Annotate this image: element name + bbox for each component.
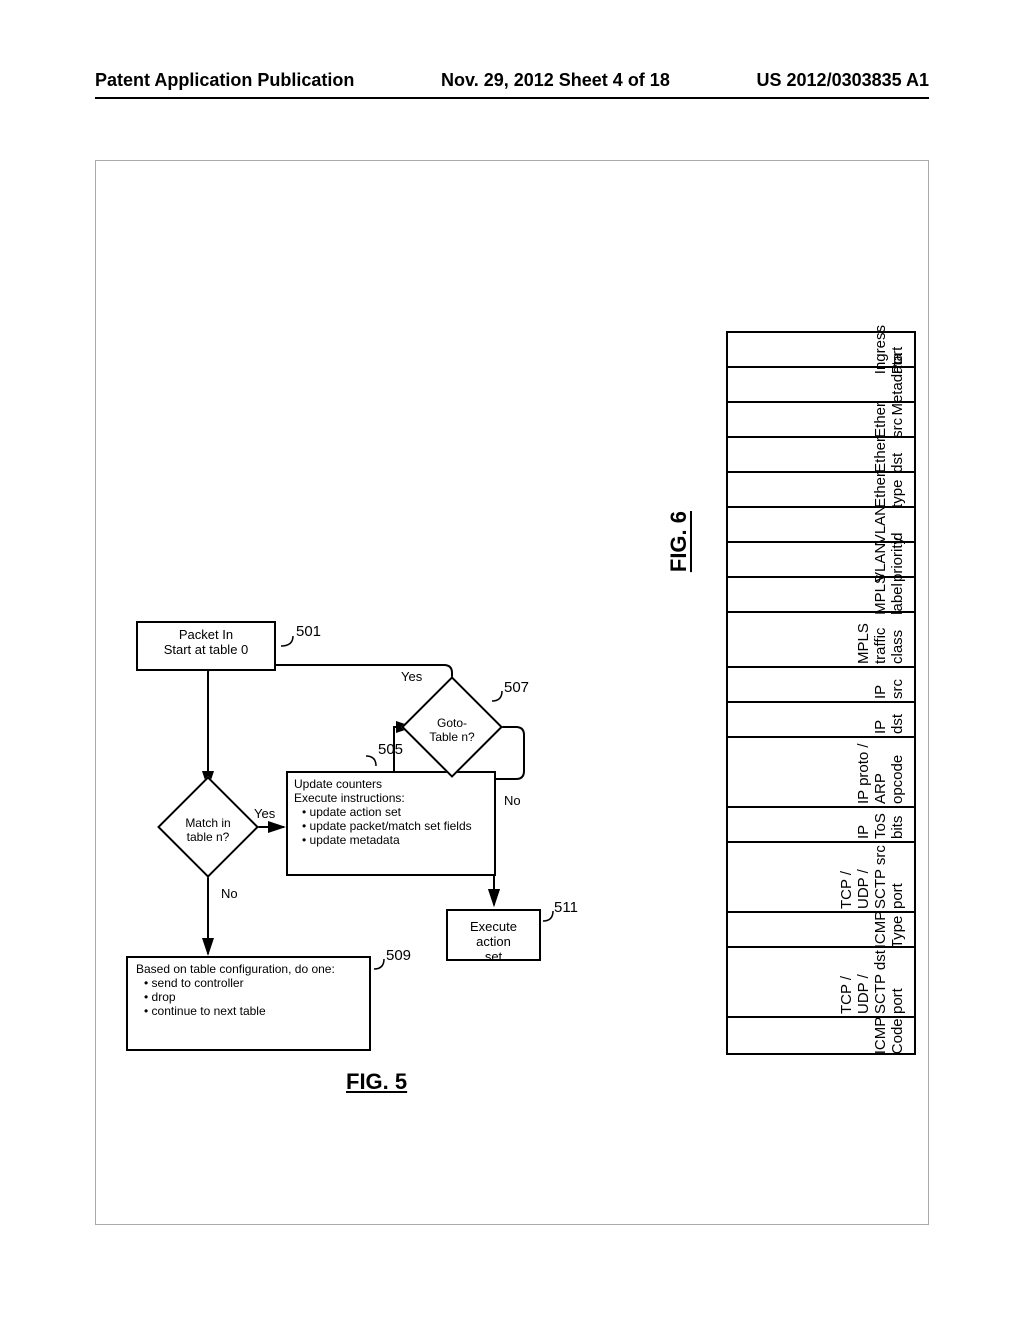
exec-l2: set (454, 949, 533, 964)
header-left: Patent Application Publication (95, 70, 354, 91)
goto-l1: Goto- (416, 716, 488, 730)
field-cell: IP proto / ARP opcode (855, 740, 906, 804)
based-b2: drop (136, 990, 361, 1004)
match-l1: Match in (172, 816, 244, 830)
label-yes-2: Yes (401, 669, 422, 684)
decision-goto: Goto- Table n? (401, 676, 503, 778)
based-b1: send to controller (136, 976, 361, 990)
header-center: Nov. 29, 2012 Sheet 4 of 18 (441, 70, 670, 91)
match-fields-table: Ingress Port Metadata Ether src Ether ds… (726, 331, 916, 1055)
update-box: Update counters Execute instructions: up… (286, 771, 496, 876)
field-cell: Ether type (872, 472, 906, 508)
field-cell: TCP / UDP / SCTP src port (838, 845, 906, 909)
ref-507: 507 (504, 679, 529, 696)
field-cell: ICMP Type (872, 911, 906, 948)
ref-505: 505 (378, 741, 403, 758)
start-line1: Packet In (144, 627, 268, 642)
label-no-1: No (221, 886, 238, 901)
figure-area: Packet In Start at table 0 501 Match in … (95, 160, 929, 1225)
decision-match: Match in table n? (157, 776, 259, 878)
match-l2: table n? (172, 830, 244, 844)
update-b3: update metadata (294, 833, 488, 847)
ref-509: 509 (386, 947, 411, 964)
ref-511: 511 (554, 899, 578, 916)
update-b1: update action set (294, 805, 488, 819)
field-cell: Ether src (872, 402, 906, 438)
based-box: Based on table configuration, do one: se… (126, 956, 371, 1051)
page-header: Patent Application Publication Nov. 29, … (95, 0, 929, 99)
field-cell: ICMP Code (872, 1017, 906, 1054)
label-yes-1: Yes (254, 806, 275, 821)
field-cell: MPLS label (872, 574, 906, 615)
update-b2: update packet/match set fields (294, 819, 488, 833)
exec-l1: Execute action (454, 919, 533, 949)
field-cell: IP dst (872, 705, 906, 734)
fig6-label: FIG. 6 (666, 511, 692, 572)
field-cell: IP ToS bits (855, 810, 906, 839)
goto-l2: Table n? (416, 730, 488, 744)
field-cell: Ether dst (872, 437, 906, 473)
update-exec: Execute instructions: (294, 791, 488, 805)
based-b3: continue to next table (136, 1004, 361, 1018)
exec-box: Execute action set (446, 909, 541, 961)
update-head: Update counters (294, 777, 488, 791)
field-cell: TCP / UDP / SCTP dst port (838, 950, 906, 1014)
fig5-label: FIG. 5 (346, 1069, 407, 1095)
based-head: Based on table configuration, do one: (136, 962, 361, 976)
field-cell: MPLS traffic class (855, 615, 906, 664)
start-line2: Start at table 0 (144, 642, 268, 657)
flowchart-fig5: Packet In Start at table 0 501 Match in … (116, 621, 556, 1201)
field-cell: IP src (872, 670, 906, 699)
label-no-2: No (504, 793, 521, 808)
ref-501: 501 (296, 623, 321, 640)
start-box: Packet In Start at table 0 (136, 621, 276, 671)
header-right: US 2012/0303835 A1 (757, 70, 929, 91)
